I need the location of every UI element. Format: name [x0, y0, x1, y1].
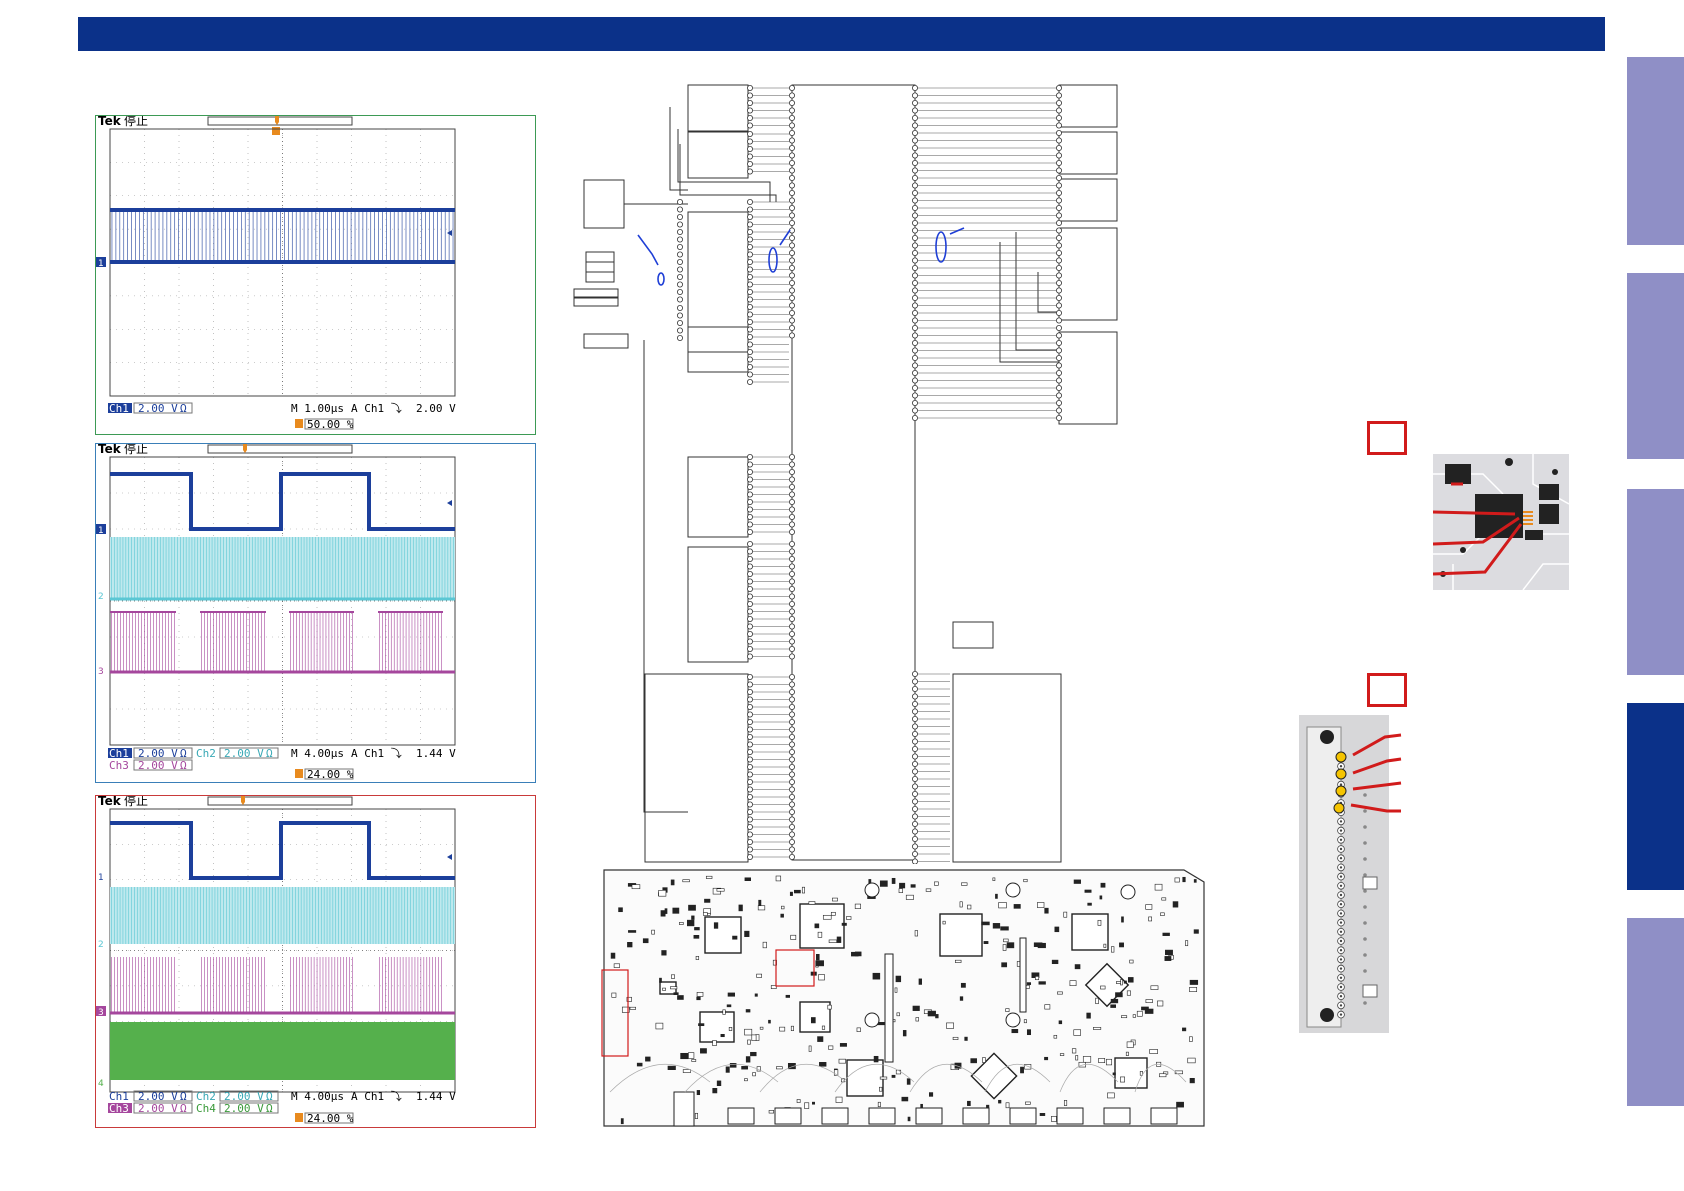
ch1-label: Ch1	[109, 402, 129, 415]
side-tab-1[interactable]	[1627, 57, 1684, 245]
oscilloscope-capture-3: Tek 停止 1 2 3 4 Ch1 2.00 V Ω Ch2 2.00 V Ω…	[95, 795, 536, 1128]
block-schematic	[570, 82, 1130, 865]
ch1-ohm: Ω	[180, 402, 187, 415]
ch3-ohm: Ω	[180, 759, 187, 772]
ch1-volts: 2.00 V	[138, 402, 178, 415]
timebase: M 4.00µs	[291, 747, 344, 760]
ch2-ohm: Ω	[266, 747, 273, 760]
side-tab-3[interactable]	[1627, 489, 1684, 675]
channel-marker-4: 4	[98, 1079, 104, 1089]
ch4-trace	[110, 1022, 455, 1080]
ch1-trace	[110, 472, 455, 531]
timebase: M 4.00µs	[291, 1090, 344, 1103]
ch4-volts: 2.00 V	[224, 1102, 264, 1115]
ch3-volts: 2.00 V	[138, 1102, 178, 1115]
zoom-detail-a	[1432, 454, 1570, 591]
trigger-source: A Ch1 ⤵	[351, 1090, 402, 1103]
channel-marker-1: 1	[98, 526, 104, 536]
channel-marker-1: 1	[98, 259, 104, 269]
oscilloscope-capture-1: Tek 停止 1 Ch1 2.00 V Ω M 1.00µs A Ch1 ⤵ 2…	[95, 115, 536, 435]
trigger-source: A Ch1 ⤵	[351, 747, 402, 760]
trigger-position: 24.00 %	[307, 1112, 354, 1125]
scope-screen-2: Tek 停止 1 2 3 Ch1 2.00 V Ω Ch2 2.00 V Ω M…	[96, 444, 456, 781]
side-tab-4[interactable]	[1627, 703, 1684, 890]
ch4-label: Ch4	[196, 1102, 216, 1115]
scope-screen-3: Tek 停止 1 2 3 4 Ch1 2.00 V Ω Ch2 2.00 V Ω…	[96, 796, 456, 1125]
timebase: M 1.00µs	[291, 402, 344, 415]
side-tab-2[interactable]	[1627, 273, 1684, 459]
trigger-position: 50.00 %	[307, 418, 354, 431]
ch3-label: Ch3	[109, 1102, 129, 1115]
ch4-ohm: Ω	[266, 1102, 273, 1115]
callout-box-b	[1367, 673, 1407, 707]
channel-marker-2: 2	[98, 592, 104, 602]
ch1-trace	[110, 821, 455, 880]
trigger-level: 1.44 V	[416, 747, 456, 760]
scope-status: 停止	[124, 116, 148, 128]
schematic-pins	[677, 85, 1062, 865]
ch3-volts: 2.00 V	[138, 759, 178, 772]
ch3-ohm: Ω	[180, 1102, 187, 1115]
channel-marker-2: 2	[98, 940, 104, 950]
trigger-t-icon	[272, 127, 280, 135]
ch2-volts: 2.00 V	[224, 747, 264, 760]
scope-brand: Tek	[98, 116, 122, 128]
scope-brand: Tek	[98, 444, 122, 456]
scope-status: 停止	[124, 796, 148, 808]
header-band	[78, 17, 1605, 51]
trigger-position: 24.00 %	[307, 768, 354, 781]
side-tab-5[interactable]	[1627, 918, 1684, 1106]
trigger-level: 1.44 V	[416, 1090, 456, 1103]
ch2-trace	[110, 887, 455, 944]
callout-box-a	[1367, 421, 1407, 455]
trigger-marker-icon	[275, 116, 279, 125]
scope-status: 停止	[124, 444, 148, 456]
channel-marker-1: 1	[98, 873, 104, 883]
zoom-detail-b	[1299, 715, 1403, 1033]
trigger-level: 2.00 V	[416, 402, 456, 415]
pcb-overview	[600, 862, 1206, 1132]
ch2-trace	[110, 537, 455, 601]
channel-marker-3: 3	[98, 667, 104, 677]
ch2-label: Ch2	[196, 747, 216, 760]
ch3-label: Ch3	[109, 759, 129, 772]
level-arrow-icon	[447, 500, 452, 506]
scope-brand: Tek	[98, 796, 122, 808]
oscilloscope-capture-2: Tek 停止 1 2 3 Ch1 2.00 V Ω Ch2 2.00 V Ω M…	[95, 443, 536, 783]
level-arrow-icon	[447, 854, 452, 860]
trigger-marker-icon	[241, 796, 245, 805]
level-arrow-icon	[447, 230, 452, 236]
trigger-source: A Ch1 ⤵	[351, 402, 402, 415]
trigger-marker-icon	[243, 444, 247, 453]
channel-marker-3: 3	[98, 1008, 104, 1018]
scope-screen-1: Tek 停止 1 Ch1 2.00 V Ω M 1.00µs A Ch1 ⤵ 2…	[96, 116, 456, 431]
